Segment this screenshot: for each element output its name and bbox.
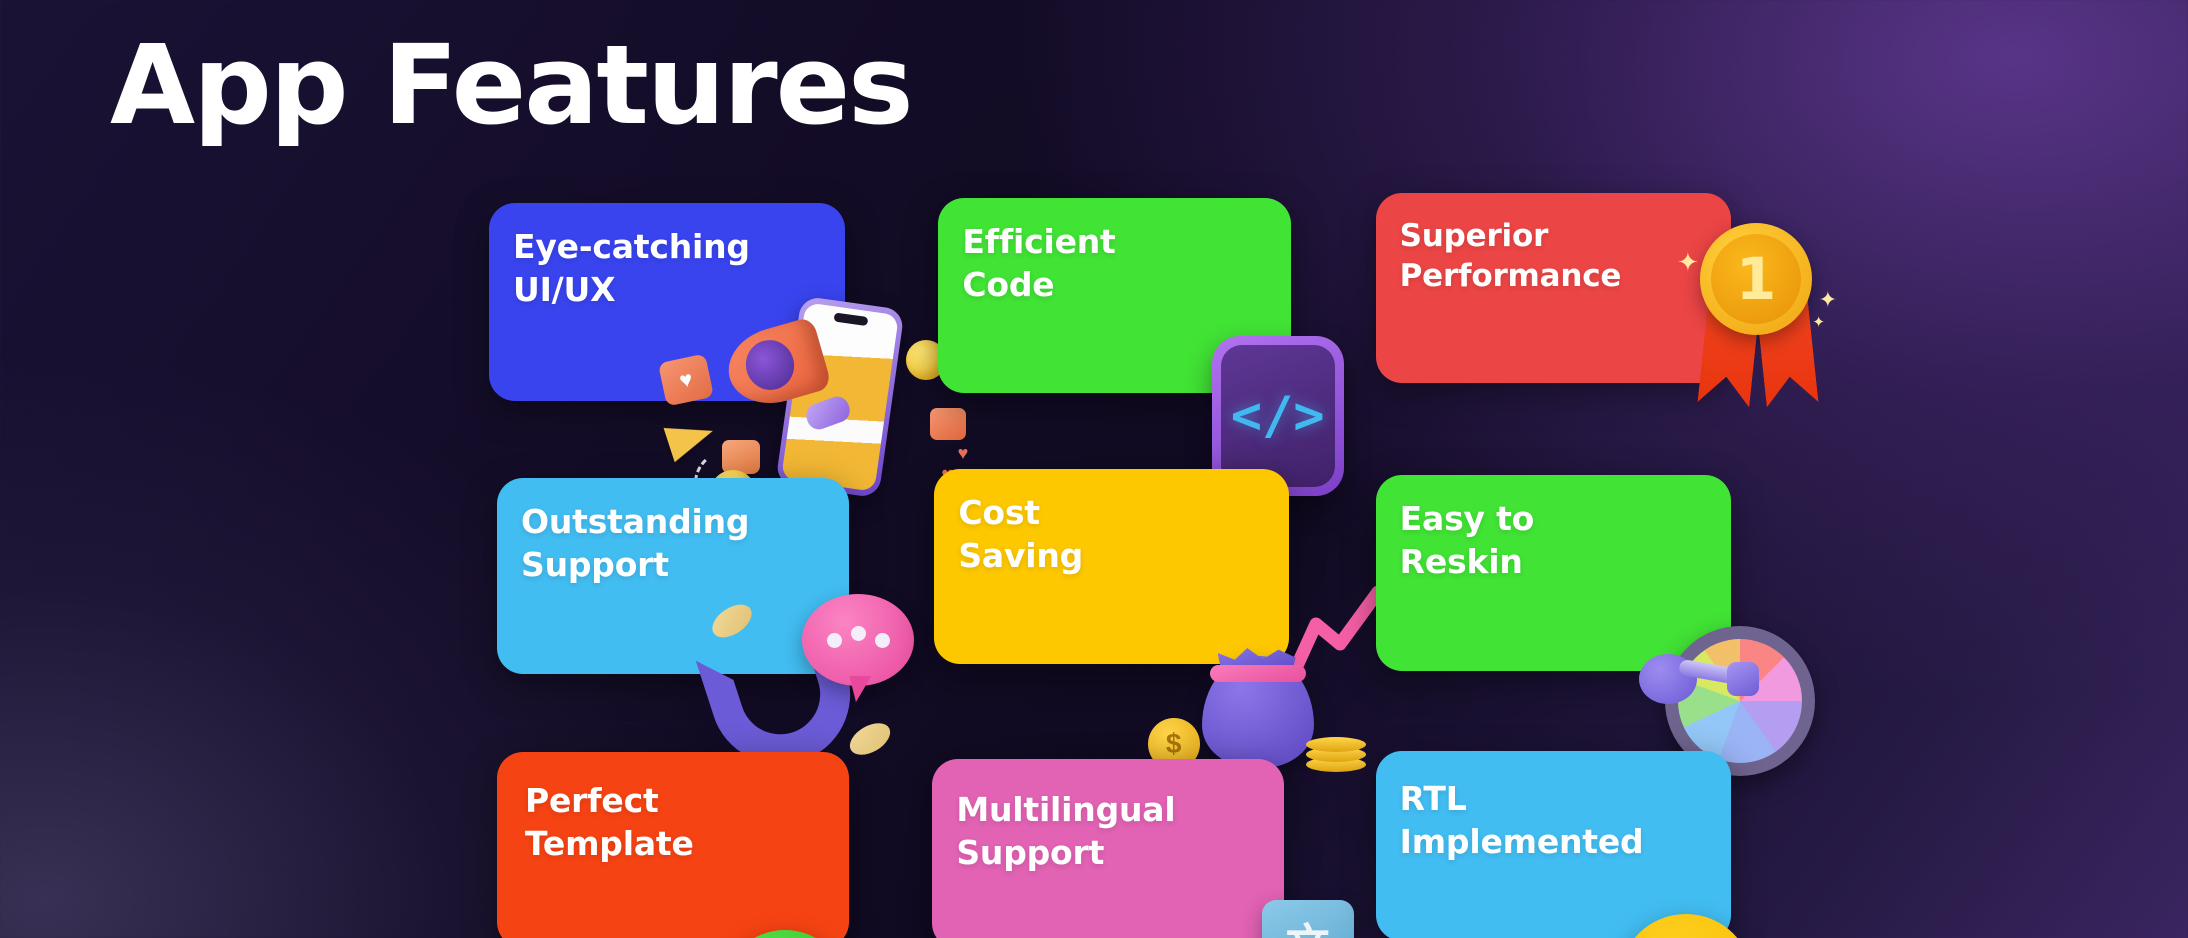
paper-plane-icon (663, 413, 719, 463)
feature-cell: Perfect Template (489, 747, 872, 938)
feature-title: Cost Saving (958, 493, 1084, 575)
medal-rank-label: 1 (1735, 245, 1777, 313)
thumbs-up-icon (722, 440, 761, 474)
feature-card-multilingual-support[interactable]: Multilingual Support (932, 759, 1285, 938)
feature-card-outstanding-support[interactable]: Outstanding Support (497, 478, 849, 674)
feature-title: Superior Performance (1399, 218, 1622, 295)
feature-cell: Eye-catching UI/UX ♥ ♥ (489, 203, 968, 518)
feature-title: Multilingual Support (956, 790, 1176, 872)
sparkle-icon: ✦ (1818, 287, 1837, 312)
features-grid: Eye-catching UI/UX ♥ ♥ Efficient Code </… (489, 193, 1837, 938)
feature-cell: RTL Implemented (1375, 747, 1759, 938)
heart-icon-small: ♥ (957, 443, 969, 463)
feature-title: Easy to Reskin (1399, 499, 1535, 581)
spray-tip (1727, 662, 1759, 696)
feature-cell: Superior Performance 1 ✦ ✦ ✦ (1375, 193, 1837, 446)
feature-title: Perfect Template (525, 781, 694, 863)
feature-card-cost-saving[interactable]: Cost Saving (934, 469, 1290, 664)
feature-card-superior-performance[interactable]: Superior Performance (1375, 193, 1731, 383)
sparkle-icon: ✦ (1812, 314, 1825, 331)
page-title: App Features (110, 21, 914, 149)
slide-canvas: App Features Eye-catching UI/UX ♥ ♥ Effi… (0, 0, 2188, 938)
feature-title: Eye-catching UI/UX (513, 227, 750, 309)
money-bag-tie (1209, 665, 1306, 682)
ribbon-right-shape (1755, 295, 1818, 408)
feature-card-eye-catching-uiux[interactable]: Eye-catching UI/UX (489, 203, 845, 401)
feature-title: Efficient Code (962, 222, 1116, 304)
feature-card-rtl-implemented[interactable]: RTL Implemented (1375, 751, 1731, 938)
feature-cell: Efficient Code </> (932, 198, 1344, 496)
feature-title: RTL Implemented (1399, 779, 1644, 861)
feature-cell: Cost Saving $ (932, 469, 1382, 772)
feature-card-perfect-template[interactable]: Perfect Template (497, 752, 849, 938)
feature-cell: Multilingual Support 文 A (932, 747, 1354, 938)
feature-cell: Easy to Reskin (1375, 475, 1815, 776)
feature-card-efficient-code[interactable]: Efficient Code (938, 198, 1292, 393)
feature-cell: Outstanding Support (489, 475, 915, 783)
feature-card-easy-to-reskin[interactable]: Easy to Reskin (1375, 475, 1731, 671)
feature-title: Outstanding Support (521, 502, 750, 584)
